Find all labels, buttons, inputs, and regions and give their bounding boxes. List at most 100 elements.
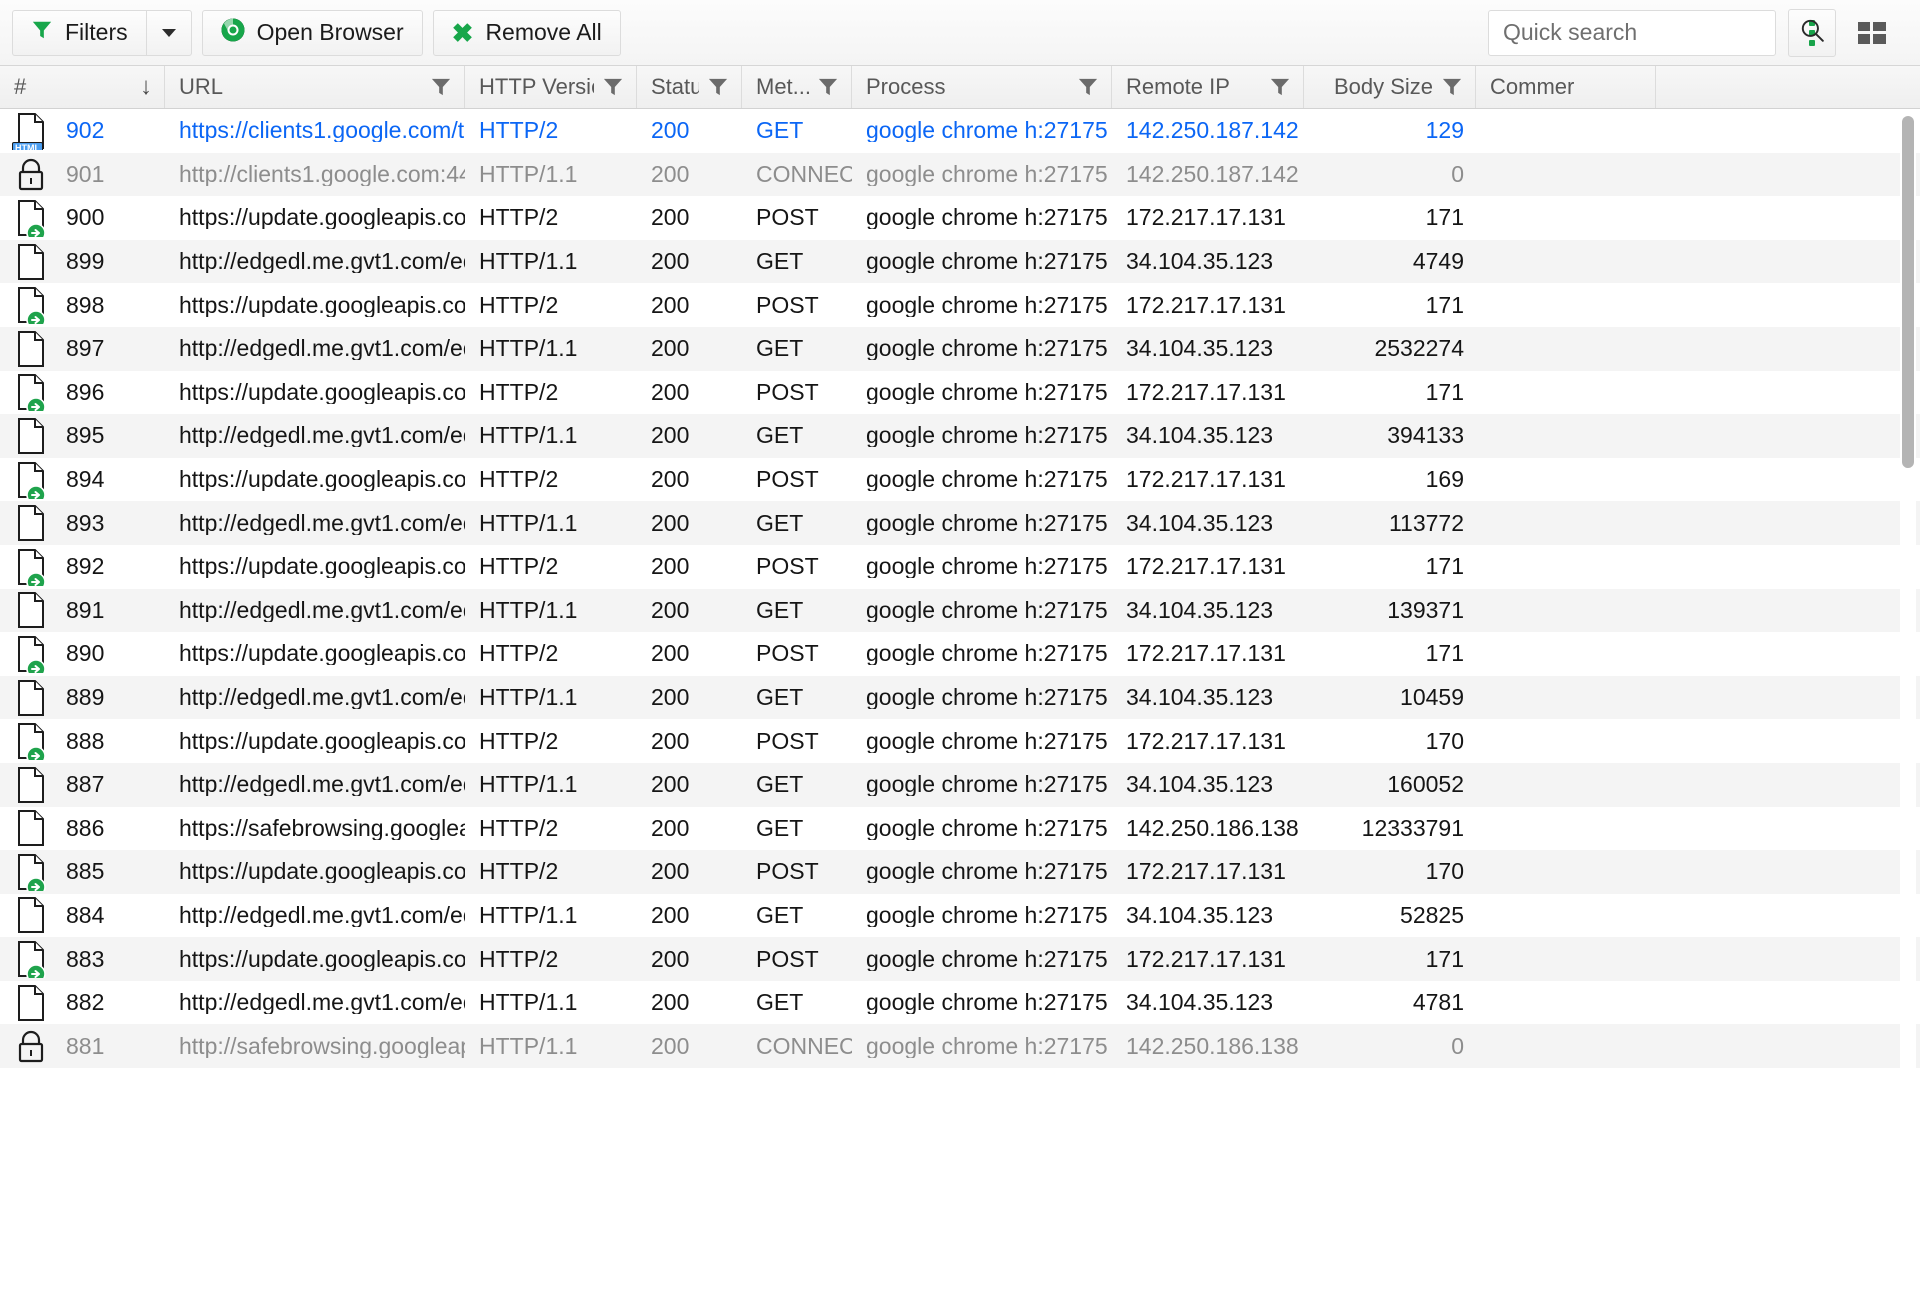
cell-stat: 200 <box>651 598 690 622</box>
column-header-body-size[interactable]: Body Size <box>1304 66 1476 108</box>
column-header-label: HTTP Version <box>479 74 594 99</box>
cell-url: https://safebrowsing.googleapis.co <box>179 816 465 840</box>
cell-ip: 34.104.35.123 <box>1126 903 1274 927</box>
filters-button[interactable]: Filters <box>12 9 146 56</box>
cell-body: 129 <box>1425 119 1464 143</box>
remove-all-button[interactable]: ✖ Remove All <box>432 9 621 56</box>
column-header-status[interactable]: Statu... <box>637 66 742 108</box>
table-row[interactable]: 893 http://edgedl.me.gvt1.com/edgedl/HTTP… <box>0 501 1920 545</box>
table-row[interactable]: 901 http://clients1.google.com:443 HTTP/1.… <box>0 152 1920 197</box>
table-row[interactable]: 888 https://update.googleapis.com/serv HTT… <box>0 719 1920 763</box>
sort-descending-icon[interactable]: ↓ <box>140 75 152 99</box>
row-index-cell: 890 <box>0 635 165 673</box>
document-upload-icon <box>14 940 48 979</box>
cell-ip: 172.217.17.131 <box>1126 468 1286 492</box>
cell-ver: HTTP/2 <box>479 860 559 884</box>
cell-stat: 200 <box>651 903 690 927</box>
filter-funnel-icon[interactable] <box>1269 77 1291 97</box>
table-row[interactable]: 899 http://edgedl.me.gvt1.com/edgedl/HTTP… <box>0 239 1920 284</box>
cell-ip: 34.104.35.123 <box>1126 250 1274 274</box>
table-row[interactable]: 891 http://edgedl.me.gvt1.com/edgedl/HTTP… <box>0 588 1920 633</box>
table-row[interactable]: 894 https://update.googleapis.com/serv HTT… <box>0 457 1920 502</box>
filter-funnel-icon[interactable] <box>817 77 839 97</box>
column-header-http-version[interactable]: HTTP Version <box>465 66 637 108</box>
cell-body: 160052 <box>1387 773 1464 797</box>
table-row[interactable]: 883 https://update.googleapis.com/serv HTT… <box>0 937 1920 981</box>
cell-stat: 200 <box>651 119 690 143</box>
document-upload-icon <box>14 461 48 499</box>
column-header-comment[interactable]: Commer <box>1476 66 1656 108</box>
cell-ver: HTTP/2 <box>479 729 559 753</box>
table-row[interactable]: 895 http://edgedl.me.gvt1.com/edgedl/HTTP… <box>0 414 1920 458</box>
cell-met: POST <box>756 293 819 317</box>
cell-stat: 200 <box>651 860 690 884</box>
table-row[interactable]: 886 https://safebrowsing.googleapis.co HTT… <box>0 806 1920 851</box>
table-row[interactable]: 882 http://edgedl.me.gvt1.com/edgedl/HTTP… <box>0 980 1920 1025</box>
table-row[interactable]: HTML 902 https://clients1.google.com/tools… <box>0 109 1920 153</box>
column-header-index[interactable]: # ↓ <box>0 66 165 108</box>
cell-url: https://update.googleapis.com/serv <box>179 729 465 753</box>
cell-met: POST <box>756 206 819 230</box>
column-header-process[interactable]: Process <box>852 66 1112 108</box>
column-header-method[interactable]: Met... <box>742 66 852 108</box>
filters-dropdown-button[interactable] <box>145 9 192 56</box>
row-index-value: 902 <box>66 117 105 144</box>
cell-ip: 172.217.17.131 <box>1126 380 1286 404</box>
cell-ip: 142.250.186.138 <box>1126 816 1299 840</box>
cell-ip: 172.217.17.131 <box>1126 206 1286 230</box>
table-row[interactable]: 892 https://update.googleapis.com/serv HTT… <box>0 544 1920 589</box>
table-row[interactable]: 898 https://update.googleapis.com/serv HTT… <box>0 283 1920 327</box>
cell-url: http://safebrowsing.googleapis.con <box>179 1034 465 1058</box>
row-index-value: 897 <box>66 335 105 362</box>
cell-proc: google chrome h:27175 <box>866 598 1108 622</box>
cell-met: POST <box>756 468 819 492</box>
table-row[interactable]: 884 http://edgedl.me.gvt1.com/edgedl/HTTP… <box>0 893 1920 938</box>
table-row[interactable]: 900 https://update.googleapis.com/serv HTT… <box>0 196 1920 240</box>
vertical-scrollbar[interactable] <box>1900 110 1916 1295</box>
cell-ip: 172.217.17.131 <box>1126 642 1286 666</box>
row-index-value: 891 <box>66 596 105 623</box>
cell-ip: 34.104.35.123 <box>1126 773 1274 797</box>
search-input[interactable] <box>1503 19 1799 46</box>
quick-search-box[interactable] <box>1488 9 1824 56</box>
cell-ver: HTTP/2 <box>479 380 559 404</box>
filter-funnel-icon[interactable] <box>430 77 452 97</box>
cell-url: https://update.googleapis.com/serv <box>179 468 465 492</box>
table-row[interactable]: 896 https://update.googleapis.com/serv HTT… <box>0 370 1920 415</box>
table-row[interactable]: 887 http://edgedl.me.gvt1.com/edgedl/HTTP… <box>0 762 1920 807</box>
cell-met: GET <box>756 816 804 840</box>
cell-url: https://update.googleapis.com/serv <box>179 206 465 230</box>
filter-funnel-icon[interactable] <box>707 77 729 97</box>
cell-proc: google chrome h:27175 <box>866 293 1108 317</box>
table-row[interactable]: 897 http://edgedl.me.gvt1.com/edgedl/HTTP… <box>0 326 1920 371</box>
cell-stat: 200 <box>651 337 690 361</box>
document-icon <box>14 679 48 717</box>
filter-funnel-icon[interactable] <box>1441 77 1463 97</box>
open-browser-button[interactable]: Open Browser <box>201 9 423 56</box>
table-body: HTML 902 https://clients1.google.com/tools… <box>0 109 1920 1298</box>
cell-ip: 172.217.17.131 <box>1126 293 1286 317</box>
filter-funnel-icon[interactable] <box>1077 77 1099 97</box>
row-index-value: 895 <box>66 422 105 449</box>
scrollbar-thumb[interactable] <box>1902 116 1914 468</box>
layout-grid-icon <box>1858 21 1886 44</box>
table-row[interactable]: 885 https://update.googleapis.com/serv HTT… <box>0 850 1920 894</box>
cell-body: 171 <box>1425 293 1464 317</box>
column-header-remote-ip[interactable]: Remote IP <box>1112 66 1304 108</box>
cell-met: POST <box>756 642 819 666</box>
remove-all-button-label: Remove All <box>485 19 602 45</box>
document-icon <box>14 504 48 542</box>
table-row[interactable]: 889 http://edgedl.me.gvt1.com/edgedl/HTTP… <box>0 675 1920 720</box>
table-row[interactable]: 881 http://safebrowsing.googleapis.con HTT… <box>0 1024 1920 1069</box>
layout-toggle-button[interactable] <box>1848 9 1896 57</box>
cell-ver: HTTP/1.1 <box>479 250 578 274</box>
search-icon[interactable] <box>1799 17 1825 48</box>
table-row[interactable]: 890 https://update.googleapis.com/serv HTT… <box>0 632 1920 676</box>
cell-stat: 200 <box>651 729 690 753</box>
lock-icon <box>14 155 48 193</box>
cell-stat: 200 <box>651 991 690 1015</box>
filter-funnel-icon[interactable] <box>602 77 624 97</box>
column-header-url[interactable]: URL <box>165 66 465 108</box>
cell-met: POST <box>756 860 819 884</box>
document-icon <box>14 417 48 455</box>
